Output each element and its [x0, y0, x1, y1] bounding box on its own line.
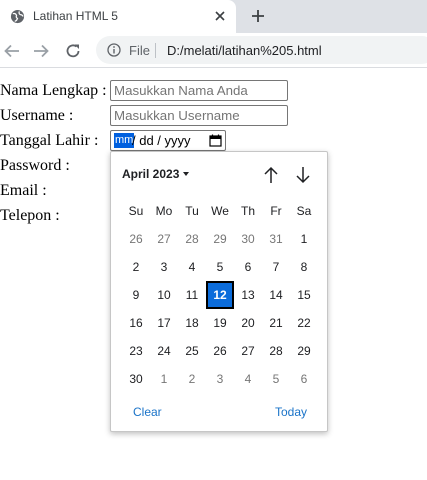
day-cell[interactable]: 22 — [290, 309, 318, 337]
day-cell[interactable]: 4 — [234, 365, 262, 393]
tanggal-lahir-label: Tanggal Lahir : — [0, 132, 99, 149]
day-cell[interactable]: 20 — [234, 309, 262, 337]
day-cell[interactable]: 2 — [122, 253, 150, 281]
date-picker-popup: April 2023 Su Mo Tu We Th Fr Sa 26 27 28 29 30 31 1 2… — [110, 151, 328, 432]
weekday-label: Th — [240, 204, 255, 218]
calendar-icon[interactable] — [209, 134, 222, 147]
day-cell[interactable]: 14 — [262, 281, 290, 309]
weekday-label: Tu — [185, 204, 199, 218]
weekday-label: Sa — [296, 204, 312, 218]
caret-down-icon[interactable] — [183, 172, 189, 176]
tanggal-lahir-date-input[interactable]: mm / dd / yyyy — [110, 130, 226, 151]
date-day-year-segments[interactable]: / dd / yyyy — [132, 133, 191, 148]
browser-tab[interactable]: Latihan HTML 5 — [0, 0, 236, 33]
day-cell[interactable]: 23 — [122, 337, 150, 365]
day-cell[interactable]: 11 — [178, 281, 206, 309]
telepon-label: Telepon : — [0, 207, 60, 224]
day-cell[interactable]: 10 — [150, 281, 178, 309]
day-cell[interactable]: 6 — [290, 365, 318, 393]
arrow-up-icon[interactable] — [262, 165, 280, 185]
back-arrow-icon[interactable] — [3, 42, 21, 60]
username-label: Username : — [0, 107, 74, 124]
address-bar[interactable]: File D:/melati/latihan%205.html — [96, 36, 427, 64]
day-cell[interactable]: 21 — [262, 309, 290, 337]
arrow-down-icon[interactable] — [294, 165, 312, 185]
forward-arrow-icon[interactable] — [32, 42, 50, 60]
clear-button[interactable]: Clear — [133, 405, 162, 419]
day-cell[interactable]: 30 — [122, 365, 150, 393]
selected-day-cell[interactable]: 12 — [206, 281, 234, 309]
day-cell[interactable]: 7 — [262, 253, 290, 281]
nama-lengkap-label: Nama Lengkap : — [0, 82, 107, 99]
day-cell[interactable]: 17 — [150, 309, 178, 337]
day-cell[interactable]: 5 — [206, 253, 234, 281]
day-cell[interactable]: 3 — [206, 365, 234, 393]
tab-title: Latihan HTML 5 — [33, 9, 118, 23]
nama-lengkap-input[interactable] — [110, 80, 288, 101]
day-cell[interactable]: 15 — [290, 281, 318, 309]
day-cell[interactable]: 8 — [290, 253, 318, 281]
day-cell[interactable]: 29 — [206, 225, 234, 253]
day-cell[interactable]: 30 — [234, 225, 262, 253]
day-cell[interactable]: 26 — [206, 337, 234, 365]
day-cell[interactable]: 25 — [178, 337, 206, 365]
weekday-label: Mo — [155, 204, 173, 218]
reload-icon[interactable] — [64, 42, 82, 60]
tab-strip: Latihan HTML 5 — [0, 0, 427, 33]
day-cell[interactable]: 27 — [234, 337, 262, 365]
email-label: Email : — [0, 182, 47, 199]
browser-toolbar: File D:/melati/latihan%205.html — [0, 33, 427, 67]
day-cell[interactable]: 13 — [234, 281, 262, 309]
day-cell[interactable]: 9 — [122, 281, 150, 309]
today-button[interactable]: Today — [275, 405, 307, 419]
username-input[interactable] — [110, 105, 288, 126]
toolbar-divider — [0, 67, 427, 68]
day-cell[interactable]: 4 — [178, 253, 206, 281]
omnibox-divider — [155, 43, 156, 58]
day-cell[interactable]: 27 — [150, 225, 178, 253]
day-cell[interactable]: 16 — [122, 309, 150, 337]
weekday-label: Fr — [270, 204, 282, 218]
weekday-label: We — [211, 204, 229, 218]
day-cell[interactable]: 28 — [178, 225, 206, 253]
day-cell[interactable]: 5 — [262, 365, 290, 393]
day-cell[interactable]: 31 — [262, 225, 290, 253]
scheme-label: File — [129, 43, 150, 58]
day-cell[interactable]: 2 — [178, 365, 206, 393]
month-year-selector[interactable]: April 2023 — [122, 167, 179, 181]
day-cell[interactable]: 18 — [178, 309, 206, 337]
day-cell[interactable]: 28 — [262, 337, 290, 365]
close-icon[interactable] — [213, 9, 227, 23]
password-label: Password : — [0, 157, 70, 174]
globe-icon — [10, 9, 25, 24]
day-cell[interactable]: 24 — [150, 337, 178, 365]
day-cell[interactable]: 3 — [150, 253, 178, 281]
new-tab-icon[interactable] — [250, 8, 266, 24]
info-icon[interactable] — [107, 43, 121, 57]
day-cell[interactable]: 6 — [234, 253, 262, 281]
day-cell[interactable]: 19 — [206, 309, 234, 337]
url-text[interactable]: D:/melati/latihan%205.html — [167, 43, 322, 58]
day-cell[interactable]: 1 — [150, 365, 178, 393]
day-cell[interactable]: 1 — [290, 225, 318, 253]
day-cell[interactable]: 29 — [290, 337, 318, 365]
day-cell[interactable]: 26 — [122, 225, 150, 253]
weekday-label: Su — [128, 204, 144, 218]
